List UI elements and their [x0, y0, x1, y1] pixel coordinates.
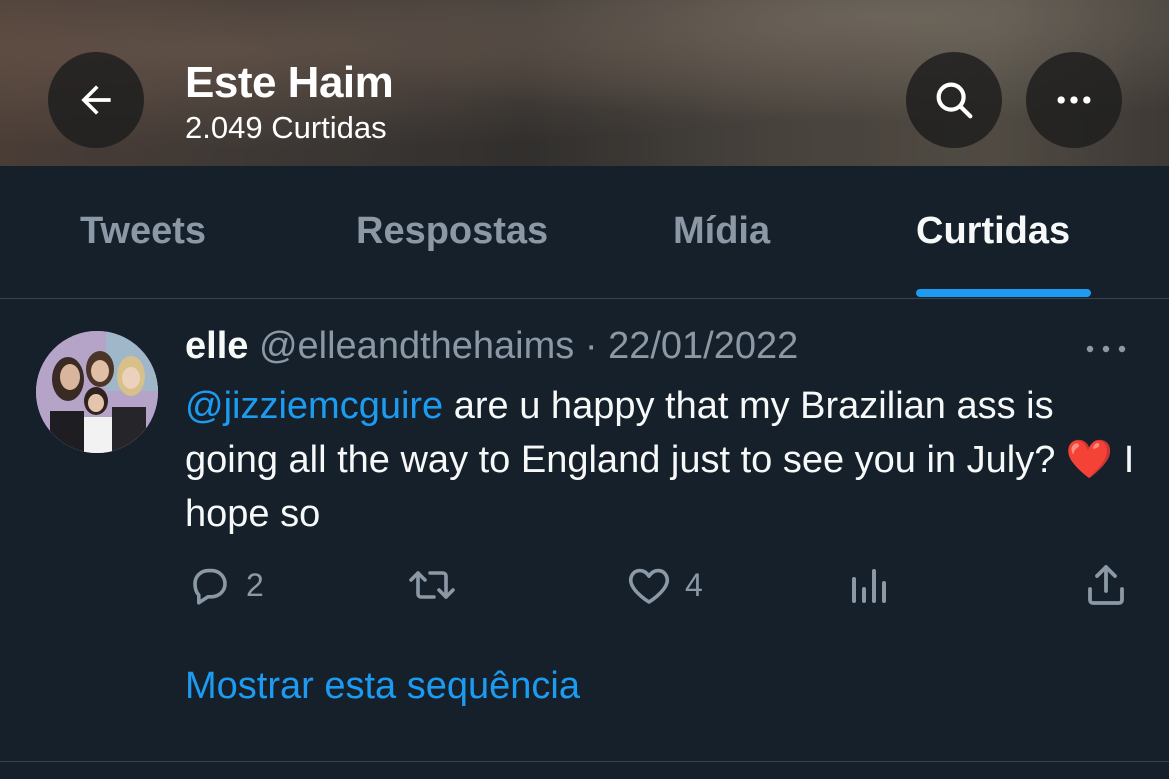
share-button[interactable]	[1082, 561, 1130, 609]
tab-likes[interactable]: Curtidas	[916, 210, 1070, 253]
reply-icon	[193, 568, 227, 605]
retweet-icon	[409, 571, 455, 599]
show-thread-link[interactable]: Mostrar esta sequência	[185, 665, 580, 708]
tweet-meta: elle @elleandthehaims · 22/01/2022	[185, 325, 798, 368]
more-options-button[interactable]	[1026, 52, 1122, 148]
back-button[interactable]	[48, 52, 144, 148]
like-count: 4	[685, 566, 703, 603]
tweet-date[interactable]: 22/01/2022	[608, 325, 798, 367]
reply-count: 2	[246, 566, 264, 603]
avatar[interactable]	[36, 331, 158, 453]
like-button[interactable]: 4	[625, 561, 703, 609]
retweet-button[interactable]	[406, 561, 458, 609]
avatar-image	[36, 331, 158, 453]
like-icon	[628, 568, 670, 604]
tweet[interactable]: elle @elleandthehaims · 22/01/2022 @jizz…	[0, 299, 1169, 761]
profile-header: Este Haim 2.049 Curtidas	[0, 0, 1169, 166]
profile-name: Este Haim	[185, 58, 394, 107]
likes-count: 2.049 Curtidas	[185, 110, 387, 145]
author-name[interactable]: elle	[185, 325, 248, 367]
tab-tweets[interactable]: Tweets	[80, 210, 206, 253]
reply-button[interactable]: 2	[186, 561, 264, 609]
share-icon	[1088, 565, 1124, 605]
tab-media[interactable]: Mídia	[673, 210, 770, 253]
profile-tabs: Tweets Respostas Mídia Curtidas	[0, 166, 1169, 299]
search-button[interactable]	[906, 52, 1002, 148]
tweet-actions: 2 4	[0, 561, 1169, 611]
views-button[interactable]	[846, 561, 890, 609]
tweet-text: @jizziemcguire are u happy that my Brazi…	[185, 379, 1145, 541]
back-arrow-icon	[81, 85, 111, 115]
active-tab-indicator	[916, 289, 1091, 297]
views-icon	[852, 569, 886, 603]
heart-emoji: ❤️	[1065, 439, 1114, 481]
mention-link[interactable]: @jizziemcguire	[185, 385, 443, 427]
meta-separator: ·	[584, 325, 598, 367]
divider	[0, 761, 1169, 762]
search-icon	[936, 82, 973, 119]
tweet-more-button[interactable]	[1084, 337, 1128, 366]
author-handle[interactable]: @elleandthehaims	[259, 325, 574, 367]
more-icon	[1086, 345, 1126, 353]
more-icon	[1057, 96, 1091, 104]
tab-replies[interactable]: Respostas	[356, 210, 548, 253]
